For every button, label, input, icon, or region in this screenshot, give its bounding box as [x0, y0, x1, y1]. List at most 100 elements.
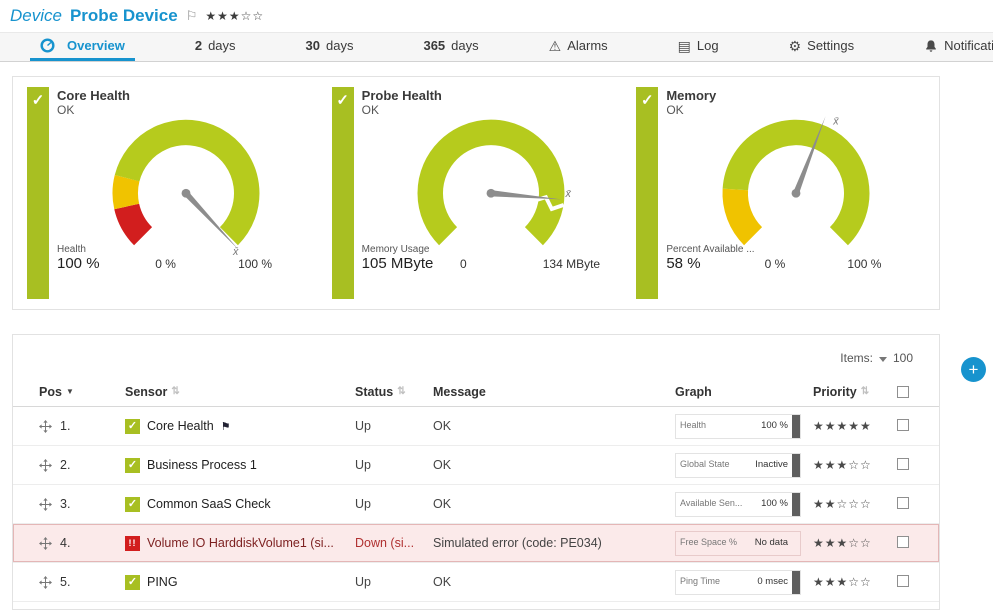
average-marker: x̄	[564, 188, 571, 200]
scale-max-label: 100 %	[238, 257, 272, 271]
flag-icon: ⚐	[186, 8, 198, 24]
tab-label: Log	[697, 38, 719, 53]
scale-max-label: 100 %	[847, 257, 881, 271]
column-header-sensor[interactable]: Sensor ⇅	[125, 385, 355, 399]
pos-cell: 3.	[39, 497, 125, 511]
sensor-name[interactable]: PING	[147, 575, 178, 589]
tab-label: Settings	[807, 38, 854, 53]
device-header: Device Probe Device ⚐ ★★★☆☆	[0, 0, 993, 32]
row-checkbox[interactable]	[897, 458, 909, 470]
row-checkbox[interactable]	[897, 497, 909, 509]
row-checkbox[interactable]	[897, 536, 909, 548]
tab-settings[interactable]: ⚙ Settings	[779, 33, 865, 61]
move-handle-icon[interactable]	[39, 420, 52, 433]
table-row[interactable]: 2. ✓ Business Process 1 Up OK Global Sta…	[13, 446, 939, 485]
move-handle-icon[interactable]	[39, 459, 52, 472]
tab-log[interactable]: ▤ Log	[668, 33, 729, 61]
priority-stars[interactable]: ★★☆☆☆	[813, 497, 897, 511]
table-row[interactable]: 5. ✓ PING Up OK Ping Time 0 msec ★★★☆☆	[13, 563, 939, 602]
gauge-dial: x̄	[698, 103, 894, 260]
chevron-down-icon	[879, 357, 887, 362]
table-header-row: Pos ▼ Sensor ⇅ Status ⇅ Message Graph Pr…	[13, 377, 939, 407]
scale-min-label: 0	[460, 257, 467, 271]
status-up-icon: ✓	[125, 575, 140, 590]
graph-cell: Free Space % No data	[675, 531, 813, 556]
gauge-title: Probe Health	[362, 87, 621, 103]
table-row[interactable]: 1. ✓ Core Health ⚑ Up OK Health 100 % ★★…	[13, 407, 939, 446]
sort-icon: ⇅	[171, 386, 179, 397]
select-cell	[897, 575, 937, 590]
graph-band	[792, 454, 800, 477]
move-handle-icon[interactable]	[39, 537, 52, 550]
select-cell	[897, 419, 937, 434]
sensor-cell[interactable]: ✓ Business Process 1	[125, 458, 355, 473]
check-icon: ✓	[32, 92, 45, 109]
status-up-icon: ✓	[125, 458, 140, 473]
column-header-priority[interactable]: Priority ⇅	[813, 385, 897, 399]
row-checkbox[interactable]	[897, 419, 909, 431]
sensor-cell[interactable]: ✓ PING	[125, 575, 355, 590]
tab-365-days[interactable]: 365 days	[413, 33, 488, 61]
select-all-checkbox[interactable]	[897, 386, 909, 398]
move-handle-icon[interactable]	[39, 498, 52, 511]
mini-graph[interactable]: Available Sen... 100 %	[675, 492, 801, 517]
mini-graph[interactable]: Free Space % No data	[675, 531, 801, 556]
graph-band	[792, 493, 800, 516]
status-cell: Down (si...	[355, 536, 433, 550]
priority-stars[interactable]: ★★★☆☆	[813, 536, 897, 550]
sensor-cell[interactable]: ✓ Common SaaS Check	[125, 497, 355, 512]
status-cell: Up	[355, 458, 433, 472]
gauge-title: Core Health	[57, 87, 316, 103]
tab-30-days[interactable]: 30 days	[296, 33, 364, 61]
priority-stars[interactable]: ★★★★★	[813, 419, 897, 433]
tab-alarms[interactable]: ⚠ Alarms	[539, 33, 618, 61]
sensor-name[interactable]: Core Health	[147, 419, 214, 433]
gauges-panel: ✓ Core Health OK x̄ Health 100 % 0 % 100…	[12, 76, 940, 310]
device-name: Probe Device	[70, 6, 178, 26]
sensor-name[interactable]: Business Process 1	[147, 458, 257, 472]
priority-stars[interactable]: ★★★☆☆	[813, 575, 897, 589]
gauge-reading: Health 100 %	[57, 244, 316, 272]
add-button[interactable]: +	[961, 357, 986, 382]
row-checkbox[interactable]	[897, 575, 909, 587]
status-ok-bar: ✓	[636, 87, 658, 299]
scale-min-label: 0 %	[765, 257, 786, 271]
sensor-table-card: Items: 100 Pos ▼ Sensor ⇅ Status ⇅ Messa…	[12, 334, 940, 610]
tab-notifications[interactable]: Notifications	[914, 33, 993, 61]
table-row-down[interactable]: 4. !! Volume IO HarddiskVolume1 (si... D…	[13, 524, 939, 563]
status-cell: Up	[355, 497, 433, 511]
move-handle-icon[interactable]	[39, 576, 52, 589]
sensor-cell[interactable]: ✓ Core Health ⚑	[125, 419, 355, 434]
sensor-cell[interactable]: !! Volume IO HarddiskVolume1 (si...	[125, 536, 355, 551]
tab-overview[interactable]: Overview	[30, 33, 135, 61]
message-cell: OK	[433, 497, 675, 511]
log-list-icon: ▤	[678, 39, 691, 53]
select-cell	[897, 536, 937, 551]
graph-band	[792, 571, 800, 594]
message-cell: Simulated error (code: PE034)	[433, 536, 675, 550]
mini-graph[interactable]: Global State Inactive	[675, 453, 801, 478]
tab-2-days[interactable]: 2 days	[185, 33, 246, 61]
pos-cell: 1.	[39, 419, 125, 433]
column-header-pos[interactable]: Pos ▼	[39, 385, 125, 399]
status-down-icon: !!	[125, 536, 140, 551]
tab-bar: Overview 2 days 30 days 365 days ⚠ Alarm…	[0, 32, 993, 62]
sensor-name[interactable]: Common SaaS Check	[147, 497, 271, 511]
mini-graph[interactable]: Health 100 %	[675, 414, 801, 439]
select-cell	[897, 458, 937, 473]
table-row[interactable]: 3. ✓ Common SaaS Check Up OK Available S…	[13, 485, 939, 524]
sort-icon: ⇅	[397, 386, 405, 397]
overview-gauge-icon	[40, 38, 55, 53]
sort-desc-icon: ▼	[66, 387, 74, 396]
column-header-status[interactable]: Status ⇅	[355, 385, 433, 399]
message-cell: OK	[433, 419, 675, 433]
tab-label: days	[208, 38, 235, 53]
column-header-graph: Graph	[675, 385, 813, 399]
mini-graph[interactable]: Ping Time 0 msec	[675, 570, 801, 595]
device-priority-stars[interactable]: ★★★☆☆	[205, 9, 264, 23]
items-per-page-dropdown[interactable]: Items: 100	[13, 335, 939, 377]
sensor-name[interactable]: Volume IO HarddiskVolume1 (si...	[147, 536, 334, 550]
priority-stars[interactable]: ★★★☆☆	[813, 458, 897, 472]
pos-number: 4.	[60, 536, 70, 550]
status-ok-bar: ✓	[27, 87, 49, 299]
